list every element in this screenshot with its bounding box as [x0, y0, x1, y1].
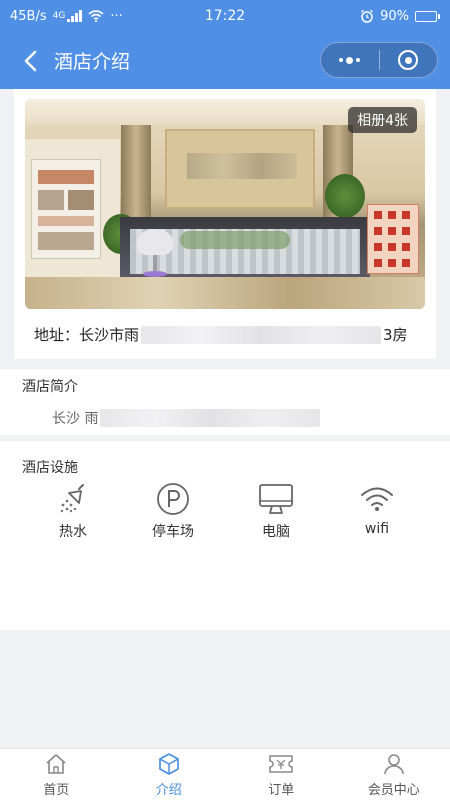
target-icon — [398, 50, 419, 70]
signal-icon — [67, 10, 83, 22]
address-suffix: 3房 — [383, 326, 408, 344]
status-bar: 45B/s 4G ··· 17:22 90% — [0, 0, 450, 32]
tab-label: 首页 — [43, 783, 70, 798]
tab-intro[interactable]: 介绍 — [113, 749, 226, 800]
network-speed: 45B/s — [10, 8, 47, 24]
hotel-intro-section: 酒店简介 长沙 雨 — [0, 369, 450, 435]
more-menu-button[interactable] — [321, 43, 379, 77]
facilities-title: 酒店设施 — [22, 460, 78, 476]
hotel-facilities-section: 酒店设施 热水 停车场 电脑 wifi — [0, 441, 450, 630]
intro-text-prefix: 长沙 雨 — [52, 411, 99, 427]
hotel-card: 相册4张 地址：长沙市雨 3房 — [14, 89, 436, 359]
battery-icon — [415, 10, 440, 22]
bottom-tab-bar: 首页 介绍 订单 会员中心 — [0, 748, 450, 800]
tab-home[interactable]: 首页 — [0, 749, 113, 800]
redacted-text — [141, 325, 382, 344]
hotel-address: 地址：长沙市雨 3房 — [34, 324, 408, 345]
tab-label: 介绍 — [155, 783, 182, 798]
tab-label: 会员中心 — [367, 783, 420, 798]
facility-label: 停车场 — [152, 524, 194, 540]
network-type: 4G — [52, 11, 66, 21]
facility-hot-water: 热水 — [33, 481, 113, 541]
chevron-left-icon — [24, 50, 37, 71]
promo-banner-image — [367, 204, 419, 274]
computer-icon — [258, 481, 294, 517]
facility-label: 电脑 — [262, 524, 290, 540]
hotel-photo[interactable]: 相册4张 — [25, 99, 425, 309]
ticket-icon — [268, 751, 294, 777]
album-count-badge[interactable]: 相册4张 — [348, 107, 417, 133]
intro-title: 酒店简介 — [22, 379, 78, 395]
facility-wifi: wifi — [337, 481, 417, 537]
tab-orders[interactable]: 订单 — [225, 749, 338, 800]
facility-parking: 停车场 — [133, 481, 213, 541]
wifi-status-icon — [88, 10, 104, 22]
cube-icon — [156, 751, 182, 777]
redacted-text — [100, 409, 321, 427]
poster-image — [31, 159, 101, 259]
user-icon — [381, 751, 407, 777]
alarm-icon — [361, 9, 374, 23]
back-button[interactable] — [10, 41, 50, 81]
facility-label: wifi — [364, 521, 390, 537]
page-title: 酒店介绍 — [54, 51, 131, 73]
shower-icon — [55, 481, 91, 517]
wifi-icon — [359, 481, 395, 517]
more-dots-icon — [339, 56, 361, 64]
intro-text: 长沙 雨 — [52, 408, 322, 428]
tab-member-center[interactable]: 会员中心 — [338, 749, 450, 800]
more-status-icon: ··· — [110, 8, 123, 24]
parking-icon — [155, 481, 191, 517]
clock: 17:22 — [204, 8, 246, 24]
tab-label: 订单 — [268, 783, 295, 798]
address-prefix: 地址：长沙市雨 — [34, 326, 140, 344]
facility-computer: 电脑 — [236, 481, 316, 541]
battery-percent: 90% — [380, 8, 409, 24]
close-miniprogram-button[interactable] — [380, 43, 438, 77]
miniprogram-capsule — [320, 42, 438, 78]
status-left: 45B/s 4G ··· — [10, 9, 123, 24]
home-icon — [43, 751, 69, 777]
navigation-bar: 酒店介绍 — [0, 32, 450, 89]
status-right: 90% — [360, 9, 440, 24]
facility-label: 热水 — [59, 524, 87, 540]
